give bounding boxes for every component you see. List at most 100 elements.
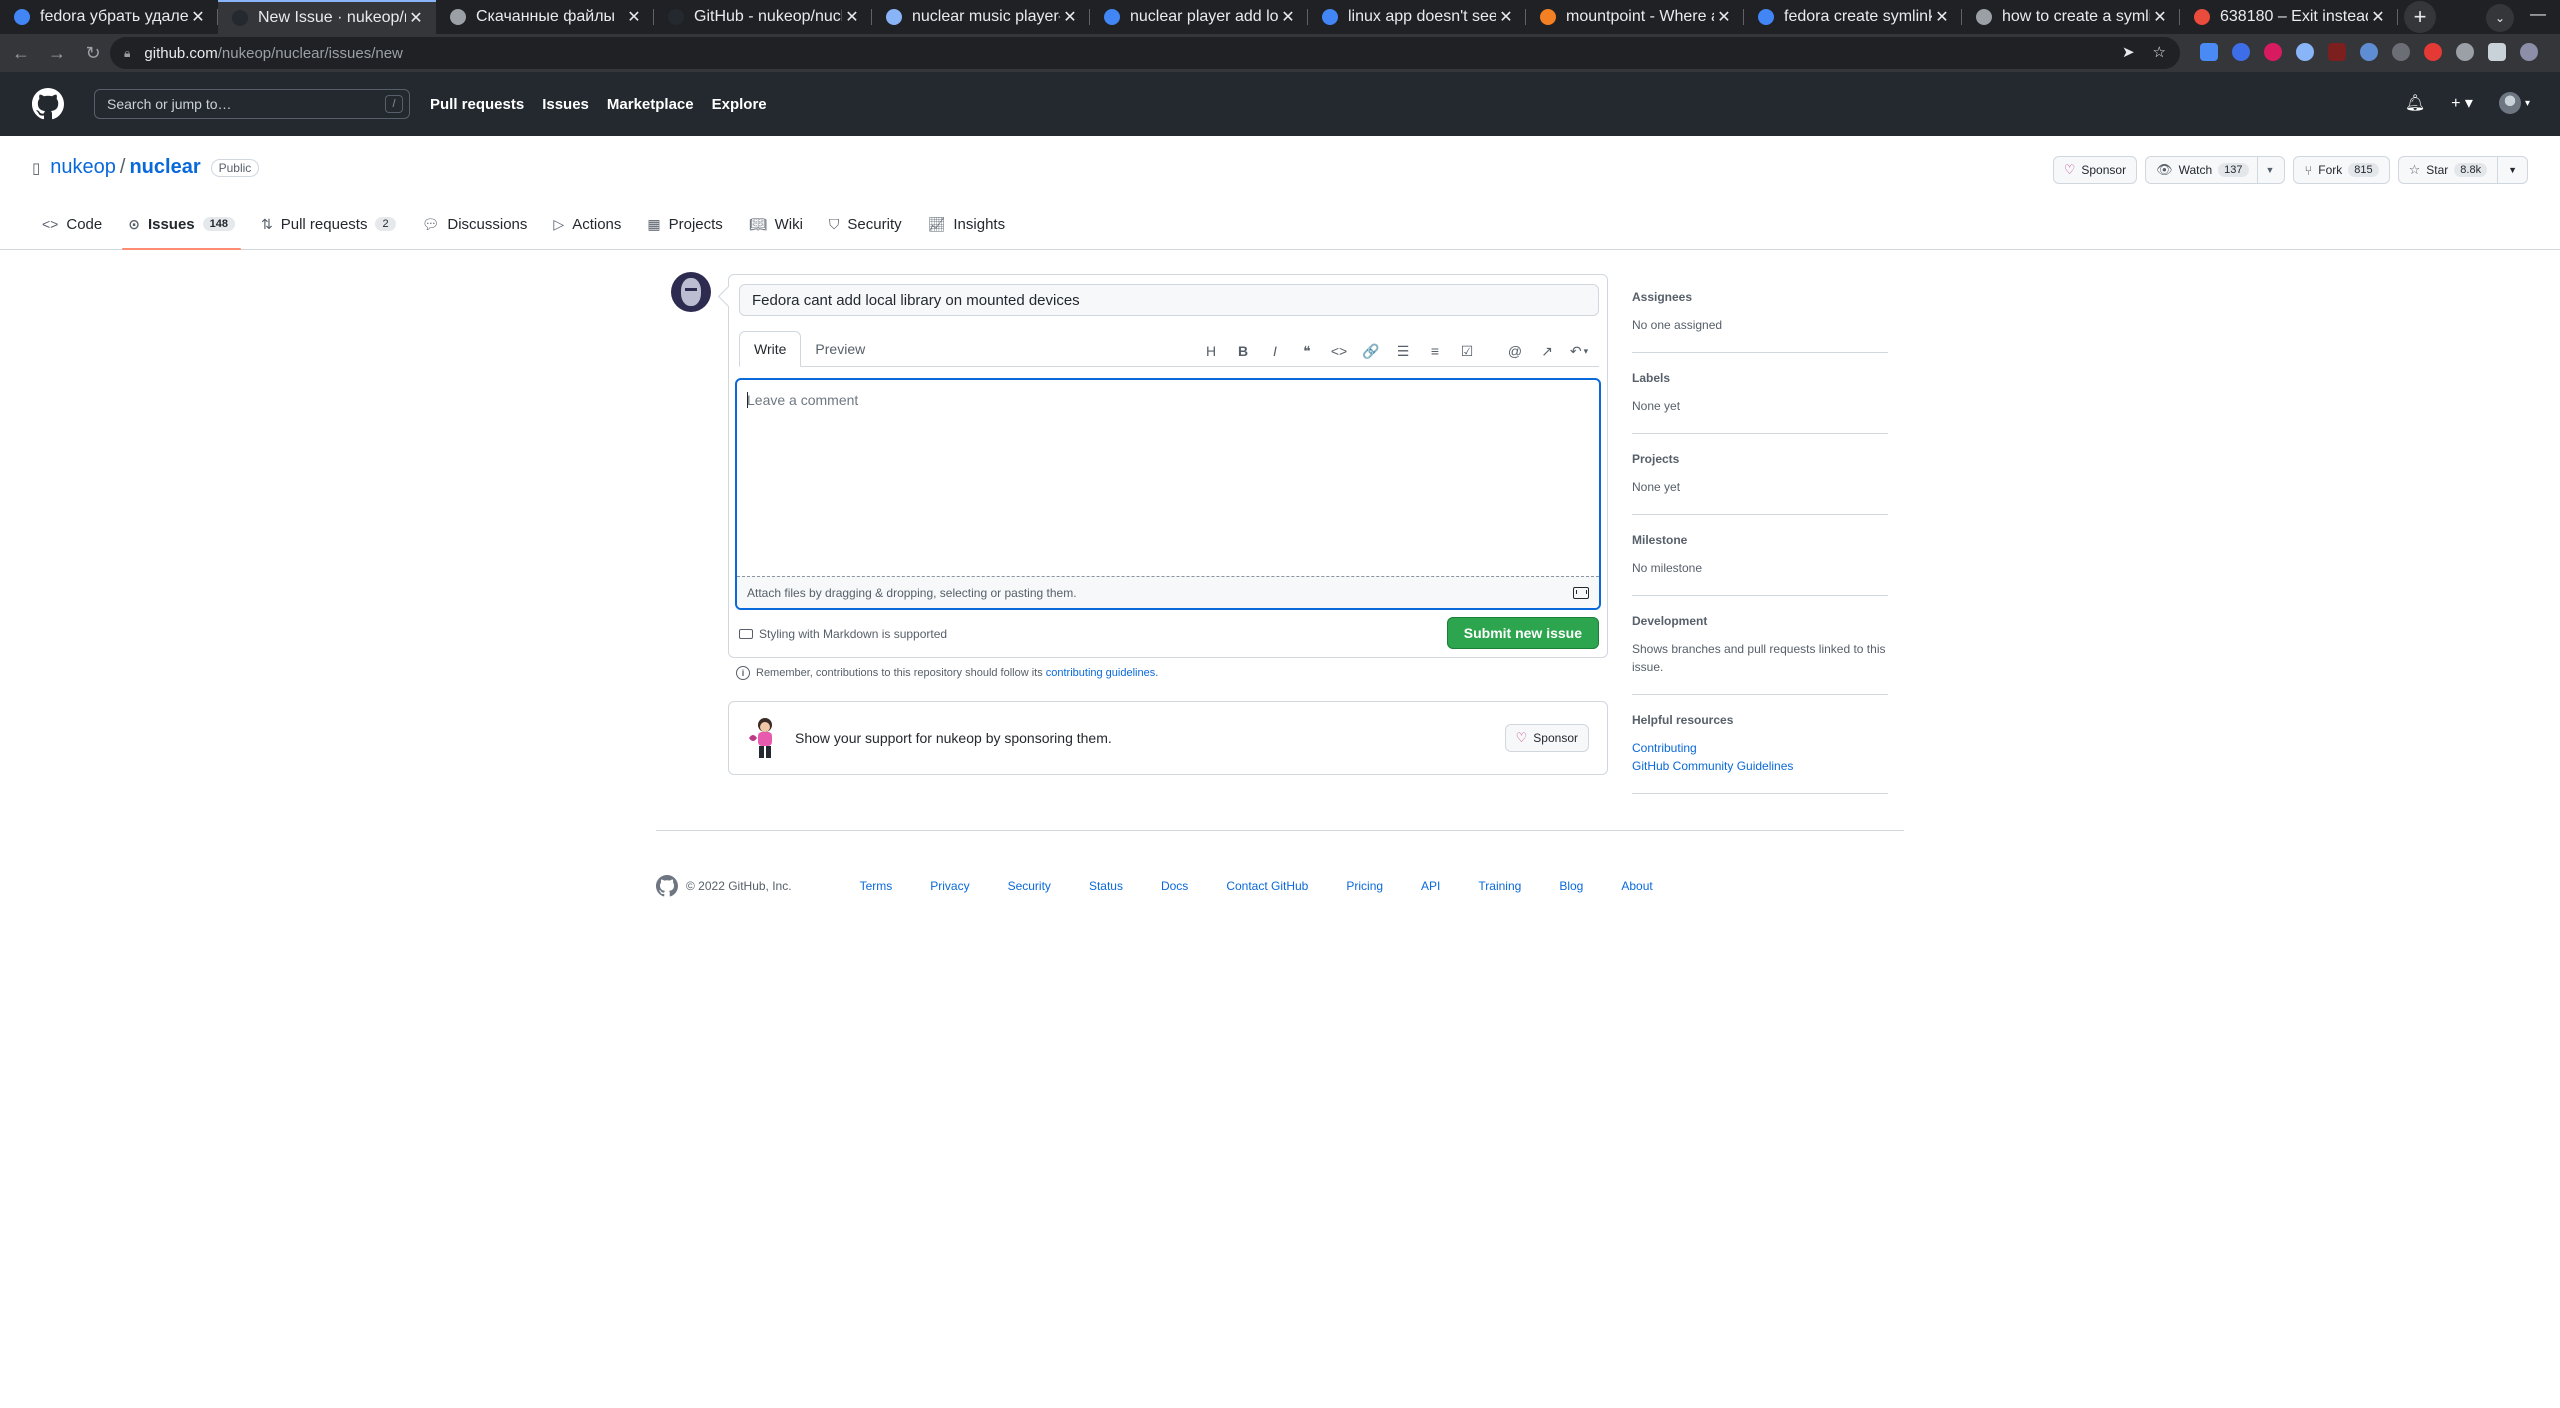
watch-button[interactable]: 👁︎ Watch 137 ▼ (2145, 156, 2286, 184)
footer-link-status[interactable]: Status (1089, 879, 1123, 893)
tab-write[interactable]: Write (739, 331, 802, 367)
footer-link-docs[interactable]: Docs (1161, 879, 1188, 893)
ordered-list-icon[interactable]: ≡ (1419, 339, 1451, 363)
unordered-list-icon[interactable]: ☰ (1387, 339, 1419, 363)
footer-link-terms[interactable]: Terms (860, 879, 893, 893)
footer-link-api[interactable]: API (1421, 879, 1440, 893)
issue-title-input[interactable]: Fedora cant add local library on mounted… (739, 284, 1599, 316)
forward-button[interactable]: → (42, 38, 72, 68)
bell-icon[interactable]: 🔔︎ (2405, 93, 2425, 113)
extension-icon[interactable] (2456, 43, 2474, 61)
browser-tab[interactable]: 638180 – Exit instead o✕ (2180, 0, 2398, 34)
repo-name-link[interactable]: nuclear (129, 156, 200, 179)
fork-button[interactable]: ⑂ Fork 815 (2293, 156, 2390, 184)
star-list-dropdown[interactable]: ▼ (2498, 156, 2528, 184)
extension-icon[interactable] (2264, 43, 2282, 61)
italic-icon[interactable]: I (1259, 339, 1291, 363)
extension-icon[interactable] (2296, 43, 2314, 61)
nav-issues[interactable]: Issues (542, 96, 589, 113)
browser-tab[interactable]: mountpoint - Where a ✕ (1526, 0, 1744, 34)
labels-section[interactable]: Labels None yet (1632, 371, 1888, 434)
close-tab-icon[interactable]: ✕ (2150, 7, 2170, 27)
github-logo-icon[interactable] (32, 88, 64, 120)
contributing-guidelines-link[interactable]: contributing guidelines. (1046, 667, 1159, 679)
user-menu[interactable]: ▾ (2498, 92, 2530, 114)
reload-button[interactable]: ↻ (78, 38, 108, 68)
extension-icon[interactable] (2392, 43, 2410, 61)
browser-tab[interactable]: GitHub - nukeop/nucle ✕ (654, 0, 872, 34)
browser-tab[interactable]: New Issue · nukeop/nu ✕ (218, 0, 436, 34)
tab-security[interactable]: ⛉ Security (819, 198, 912, 250)
back-button[interactable]: ← (6, 38, 36, 68)
tab-insights[interactable]: 📈︎ Insights (918, 198, 1015, 250)
tab-discussions[interactable]: 💬︎ Discussions (412, 198, 538, 250)
send-icon[interactable]: ➤ (2122, 43, 2135, 61)
close-tab-icon[interactable]: ✕ (1278, 7, 1298, 27)
tab-pull-requests[interactable]: ⇅ Pull requests 2 (251, 198, 406, 250)
close-tab-icon[interactable]: ✕ (1714, 7, 1734, 27)
browser-tab[interactable]: linux app doesn't see r ✕ (1308, 0, 1526, 34)
star-button[interactable]: ☆ Star 8.8k (2397, 156, 2499, 184)
sponsor-button[interactable]: ♡ Sponsor (2052, 156, 2138, 184)
close-tab-icon[interactable]: ✕ (1932, 7, 1952, 27)
global-search-input[interactable]: Search or jump to… / (94, 89, 410, 119)
browser-tab[interactable]: how to create a symlin ✕ (1962, 0, 2180, 34)
github-logo-icon[interactable] (656, 875, 678, 897)
profile-avatar[interactable] (2520, 43, 2538, 61)
footer-link-about[interactable]: About (1621, 879, 1652, 893)
footer-link-training[interactable]: Training (1478, 879, 1521, 893)
bookmark-star-icon[interactable]: ☆ (2153, 43, 2166, 61)
tab-code[interactable]: <> Code (32, 198, 112, 250)
browser-tab[interactable]: fedora create symlink ✕ (1744, 0, 1962, 34)
comment-textarea[interactable]: Leave a comment Attach files by dragging… (735, 378, 1601, 610)
tab-search-icon[interactable]: ⌄ (2486, 4, 2514, 32)
nav-explore[interactable]: Explore (712, 96, 767, 113)
assignees-heading[interactable]: Assignees (1632, 290, 1888, 304)
extension-icon[interactable] (2360, 43, 2378, 61)
browser-tab[interactable]: nuclear music player— ✕ (872, 0, 1090, 34)
milestone-section[interactable]: Milestone No milestone (1632, 533, 1888, 596)
footer-link-security[interactable]: Security (1008, 879, 1051, 893)
tab-wiki[interactable]: 📖︎ Wiki (739, 198, 813, 250)
assignees-section[interactable]: Assignees No one assigned (1632, 290, 1888, 353)
code-icon[interactable]: <> (1323, 339, 1355, 363)
browser-tab[interactable]: Скачанные файлы ✕ (436, 0, 654, 34)
mention-icon[interactable]: @ (1499, 339, 1531, 363)
community-guidelines-link[interactable]: GitHub Community Guidelines (1632, 757, 1888, 775)
new-tab-button[interactable]: + (2404, 1, 2436, 33)
cross-reference-icon[interactable]: ↗ (1531, 339, 1563, 363)
nav-pull-requests[interactable]: Pull requests (430, 96, 524, 113)
close-tab-icon[interactable]: ✕ (1060, 7, 1080, 27)
create-new-dropdown[interactable]: + ▾ (2451, 93, 2473, 113)
tab-projects[interactable]: ▦ Projects (637, 198, 732, 250)
close-tab-icon[interactable]: ✕ (406, 8, 426, 28)
sponsor-user-button[interactable]: ♡ Sponsor (1504, 724, 1589, 752)
milestone-heading[interactable]: Milestone (1632, 533, 1888, 547)
extension-icon[interactable] (2232, 43, 2250, 61)
quote-icon[interactable]: ❝ (1291, 339, 1323, 363)
footer-link-privacy[interactable]: Privacy (930, 879, 969, 893)
close-tab-icon[interactable]: ✕ (842, 7, 862, 27)
task-list-icon[interactable]: ☑ (1451, 339, 1483, 363)
submit-new-issue-button[interactable]: Submit new issue (1446, 617, 1599, 649)
close-tab-icon[interactable]: ✕ (1496, 7, 1516, 27)
kebab-menu-icon[interactable]: ⋮ (2552, 43, 2560, 62)
puzzle-icon[interactable] (2488, 43, 2506, 61)
footer-link-contact[interactable]: Contact GitHub (1226, 879, 1308, 893)
close-tab-icon[interactable]: ✕ (188, 7, 208, 27)
browser-tab[interactable]: nuclear player add loc ✕ (1090, 0, 1308, 34)
address-bar[interactable]: 🔒︎ github.com/nukeop/nuclear/issues/new … (110, 37, 2180, 69)
contributing-link[interactable]: Contributing (1632, 739, 1888, 757)
close-tab-icon[interactable]: ✕ (2368, 7, 2388, 27)
footer-link-pricing[interactable]: Pricing (1346, 879, 1383, 893)
window-minimize-icon[interactable]: — (2530, 6, 2546, 24)
repo-owner-link[interactable]: nukeop (50, 156, 116, 179)
projects-heading[interactable]: Projects (1632, 452, 1888, 466)
attach-files-bar[interactable]: Attach files by dragging & dropping, sel… (737, 576, 1599, 608)
heading-icon[interactable]: H (1195, 339, 1227, 363)
link-icon[interactable]: 🔗 (1355, 339, 1387, 363)
reply-icon[interactable]: ↶ ▾ (1563, 339, 1595, 363)
extension-icon[interactable] (2328, 43, 2346, 61)
nav-marketplace[interactable]: Marketplace (607, 96, 694, 113)
tab-actions[interactable]: ▷ Actions (543, 198, 631, 250)
